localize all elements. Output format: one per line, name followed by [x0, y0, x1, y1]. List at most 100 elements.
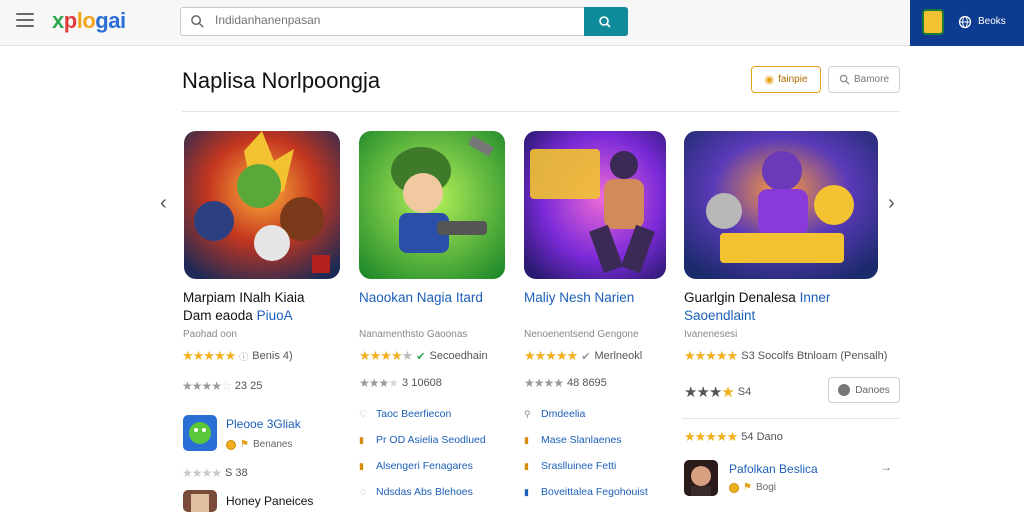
- bookmark-icon: ▮: [524, 460, 529, 471]
- divider: [682, 418, 900, 419]
- card-2-rating-text: Secoedhain: [429, 350, 488, 362]
- list-item-title[interactable]: Honey Paneices: [226, 494, 313, 508]
- logo[interactable]: xplogai: [52, 8, 126, 34]
- star-rating-icon: ★★★★: [359, 376, 399, 390]
- coin-icon: [729, 482, 739, 493]
- link-item-label: Dmdeelia: [541, 408, 586, 420]
- link-item-label: Pr OD Asielia Seodlued: [376, 434, 486, 446]
- card-1-rating: ★★★★★ ⓘ Benis 4): [182, 348, 293, 364]
- link-item-label: Taoc Beerfiecon: [376, 408, 452, 420]
- card-4-title-line2: Saoendlaint: [684, 308, 756, 323]
- page-title: Naplisa Norlpoongja: [182, 68, 381, 93]
- list-item-title[interactable]: Pleooe 3Gliak: [226, 417, 301, 431]
- card-2-title[interactable]: Naookan Nagia Itard: [359, 289, 483, 307]
- check-icon: ✔: [416, 350, 426, 363]
- bookmark-icon: ▮: [359, 434, 364, 445]
- link-item-label: Boveittalea Fegohouist: [541, 486, 648, 498]
- logo-part: x: [52, 8, 64, 33]
- card-4-rating-text: S3 Socolfs Btnloam (Pensalh): [741, 350, 888, 362]
- star-rating-icon: ★★★★★: [359, 348, 413, 363]
- card-4-subtitle: Ivanenesesi: [684, 329, 738, 340]
- list-item-thumbnail[interactable]: [684, 460, 718, 496]
- secondary-action-label: Bamore: [853, 74, 889, 85]
- game-thumbnail-4[interactable]: [684, 131, 878, 279]
- list-item-meta-text: Bogi: [755, 482, 776, 493]
- star-rating-icon: ★★★★★: [684, 429, 738, 444]
- link-item-label: Ndsdas Abs Blehoes: [376, 486, 473, 498]
- list-item-meta: ⚑ Benanes: [226, 439, 292, 450]
- card-3-rating: ★★★★★ ✔ Merlneokl: [524, 348, 642, 364]
- card-4-title-line1: Guarlgin Denalesa: [684, 290, 796, 305]
- list-item-meta-text: Benanes: [252, 439, 293, 450]
- hamburger-menu-icon[interactable]: [16, 13, 34, 29]
- link-item[interactable]: ♡ Taoc Beerfiecon: [359, 408, 451, 420]
- search-icon: [599, 15, 611, 28]
- link-item[interactable]: ⚲ Dmdeelia: [524, 408, 585, 420]
- game-thumbnail-2[interactable]: [359, 131, 505, 279]
- trophy-icon: ⚑: [240, 439, 249, 450]
- link-item-label: Sraslluinee Fetti: [541, 460, 617, 472]
- star-rating-icon: ★★★★★: [182, 348, 236, 363]
- game-thumbnail-1[interactable]: [184, 131, 340, 279]
- account-label: Beoks: [978, 16, 1006, 27]
- carousel-prev-arrow-icon[interactable]: ‹: [160, 192, 167, 215]
- link-item[interactable]: ♢ Ndsdas Abs Blehoes: [359, 486, 473, 498]
- logo-part: lo: [76, 8, 96, 33]
- diamond-icon: ♢: [359, 486, 368, 497]
- game-thumbnail-3[interactable]: [524, 131, 666, 279]
- card-3-secondary-rating-text: 48 8695: [567, 377, 607, 389]
- card-1-title-link[interactable]: PiuoA: [257, 308, 293, 323]
- share-icon[interactable]: →: [880, 460, 892, 474]
- link-item[interactable]: ▮ Sraslluinee Fetti: [524, 460, 616, 472]
- list-rating: ★★★★ S 38: [182, 466, 248, 480]
- card-4-secondary-rating: ★★★★ S4: [684, 383, 751, 401]
- coin-icon: [226, 439, 236, 450]
- link-item[interactable]: ▮ Mase Slanlaenes: [524, 434, 622, 446]
- list-item-title[interactable]: Pafolkan Beslica: [729, 462, 818, 476]
- star-rating-icon: ★★★★★: [684, 348, 738, 363]
- card-1-subtitle: Paohad oon: [183, 329, 237, 340]
- star-rating-icon: ★★★★★: [524, 348, 578, 363]
- list-item-thumbnail[interactable]: [183, 415, 217, 451]
- card-3-title[interactable]: Maliy Nesh Narien: [524, 289, 634, 307]
- bookmark-icon: ▮: [359, 460, 364, 471]
- card-4-side-button-label: Danoes: [855, 384, 890, 396]
- card-1-title-line1: Marpiam INalh Kiaia: [183, 290, 305, 305]
- chat-icon: [838, 384, 851, 396]
- card-3-secondary-rating: ★★★★ 48 8695: [524, 376, 607, 390]
- list-rating-text: 54 Dano: [741, 431, 783, 443]
- star-rating-icon: ★★★★: [524, 376, 564, 390]
- card-4-side-button[interactable]: Danoes: [828, 377, 900, 403]
- list-item-thumbnail[interactable]: [183, 490, 217, 512]
- carousel-next-arrow-icon[interactable]: ›: [888, 192, 895, 215]
- check-icon: ✔: [581, 350, 591, 363]
- link-item[interactable]: ▮ Alsengeri Fenagares: [359, 460, 473, 472]
- card-1-title-line2: Dam eaoda: [183, 308, 253, 323]
- search-input[interactable]: [215, 13, 575, 27]
- star-rating-icon: ★★★★☆: [182, 379, 232, 393]
- list-item-meta: ⚑ Bogi: [729, 482, 776, 493]
- top-bar: xplogai Beoks: [0, 0, 1024, 46]
- search-icon: [839, 74, 850, 85]
- link-item[interactable]: ▮ Boveittalea Fegohouist: [524, 486, 648, 498]
- card-2-subtitle: Nanamenthsto Gaoonas: [359, 329, 468, 340]
- card-2-secondary-rating: ★★★★ 3 10608: [359, 376, 442, 390]
- card-2-rating: ★★★★★ ✔ Secoedhain: [359, 348, 488, 364]
- card-4-title-link: Inner: [799, 290, 831, 305]
- primary-action-label: fainpie: [778, 74, 808, 85]
- card-4-secondary-rating-text: S4: [737, 386, 752, 398]
- account-panel[interactable]: Beoks: [910, 0, 1024, 46]
- search-button[interactable]: [584, 7, 628, 36]
- avatar[interactable]: [922, 9, 944, 35]
- primary-action-button[interactable]: ◉ fainpie: [751, 66, 821, 93]
- secondary-action-button[interactable]: Bamore: [828, 66, 900, 93]
- star-rating-icon: ★★★★: [684, 384, 735, 401]
- search-bar: [180, 7, 628, 36]
- card-3-subtitle: Nenoenentsend Gengone: [524, 329, 639, 340]
- link-item[interactable]: ▮ Pr OD Asielia Seodlued: [359, 434, 486, 446]
- heart-icon: ♡: [359, 408, 368, 419]
- search-icon: [191, 15, 204, 28]
- card-1-title[interactable]: Marpiam INalh Kiaia Dam eaoda PiuoA: [183, 289, 305, 325]
- list-rating-text: S 38: [225, 467, 248, 479]
- card-4-title[interactable]: Guarlgin Denalesa Inner Saoendlaint: [684, 289, 830, 325]
